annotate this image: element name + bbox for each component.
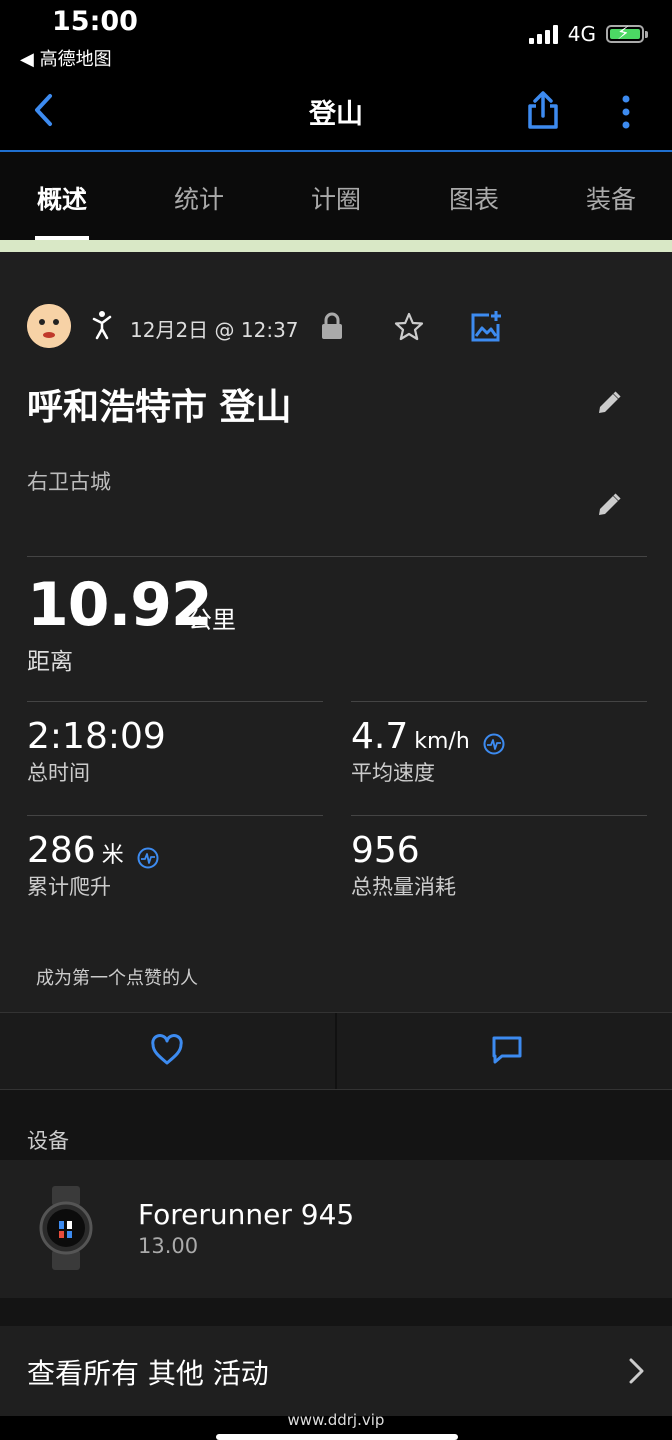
distance-unit: 公里 bbox=[188, 606, 236, 634]
stat-average-speed: 4.7 km/h 平均速度 bbox=[351, 716, 505, 787]
battery-icon: ⚡ bbox=[606, 23, 648, 44]
activity-location: 右卫古城 bbox=[27, 470, 111, 494]
stat-label: 总时间 bbox=[27, 761, 90, 785]
page-title: 登山 bbox=[309, 99, 363, 130]
section-gap bbox=[0, 1298, 672, 1326]
divider bbox=[351, 815, 647, 816]
tab-stats[interactable]: 统计 bbox=[139, 180, 259, 216]
share-icon[interactable] bbox=[525, 90, 561, 130]
status-indicators: 4G ⚡ bbox=[528, 22, 648, 46]
divider bbox=[27, 815, 323, 816]
stat-label: 总热量消耗 bbox=[351, 875, 456, 899]
stat-value: 956 bbox=[351, 830, 420, 871]
watch-device-icon bbox=[39, 1186, 93, 1270]
distance-value: 10.92 bbox=[27, 570, 213, 640]
device-name: Forerunner 945 bbox=[138, 1198, 355, 1231]
chevron-right-icon bbox=[629, 1358, 644, 1384]
edit-location-icon[interactable] bbox=[596, 492, 622, 518]
tab-overview[interactable]: 概述 bbox=[2, 180, 122, 216]
device-version: 13.00 bbox=[138, 1234, 199, 1258]
divider bbox=[351, 701, 647, 702]
devices-label: 设备 bbox=[27, 1129, 69, 1153]
divider bbox=[27, 701, 323, 702]
action-bar bbox=[0, 1012, 672, 1090]
stat-value: 286 bbox=[27, 830, 96, 871]
favorite-star-icon[interactable] bbox=[394, 312, 424, 342]
stat-unit: 米 bbox=[101, 843, 124, 868]
likes-text: 成为第一个点赞的人 bbox=[36, 968, 198, 989]
stat-label: 累计爬升 bbox=[27, 875, 111, 899]
stat-label: 平均速度 bbox=[351, 761, 435, 785]
stat-calories: 956 总热量消耗 bbox=[351, 830, 456, 901]
distance-label: 距离 bbox=[27, 649, 73, 675]
activity-date: 12月2日 @ 12:37 bbox=[130, 318, 299, 342]
tab-charts[interactable]: 图表 bbox=[414, 180, 534, 216]
devices-section-header bbox=[0, 1090, 672, 1160]
sensor-data-icon[interactable] bbox=[137, 847, 159, 869]
stat-elevation-gain: 286 米 累计爬升 bbox=[27, 830, 159, 901]
back-to-app-link[interactable]: ◀ 高德地图 bbox=[20, 45, 112, 71]
tab-bar: 概述 统计 计圈 图表 装备 bbox=[0, 152, 672, 240]
home-indicator[interactable] bbox=[216, 1434, 458, 1440]
signal-icon bbox=[528, 24, 558, 44]
stat-value: 2:18:09 bbox=[27, 716, 166, 757]
sensor-data-icon[interactable] bbox=[483, 733, 505, 755]
tab-gear[interactable]: 装备 bbox=[551, 180, 671, 216]
edit-title-icon[interactable] bbox=[596, 390, 622, 416]
more-options-icon[interactable] bbox=[618, 94, 634, 130]
stat-unit: km/h bbox=[414, 729, 470, 754]
view-all-activities-label: 查看所有 其他 活动 bbox=[27, 1357, 269, 1390]
divider bbox=[27, 556, 647, 557]
activity-title: 呼和浩特市 登山 bbox=[27, 387, 292, 428]
lock-icon[interactable] bbox=[320, 312, 344, 340]
status-time: 15:00 bbox=[52, 6, 138, 37]
watermark: www.ddrj.vip bbox=[287, 1411, 385, 1429]
map-preview[interactable] bbox=[0, 240, 672, 252]
hiking-activity-icon bbox=[92, 311, 112, 340]
avatar[interactable] bbox=[27, 304, 71, 348]
stat-total-time: 2:18:09 总时间 bbox=[27, 716, 166, 787]
like-heart-icon[interactable] bbox=[150, 1034, 184, 1066]
stat-value: 4.7 bbox=[351, 716, 409, 757]
tab-laps[interactable]: 计圈 bbox=[276, 180, 396, 216]
add-photo-icon[interactable] bbox=[469, 309, 503, 343]
comment-icon[interactable] bbox=[490, 1034, 524, 1066]
network-type: 4G bbox=[567, 22, 596, 46]
